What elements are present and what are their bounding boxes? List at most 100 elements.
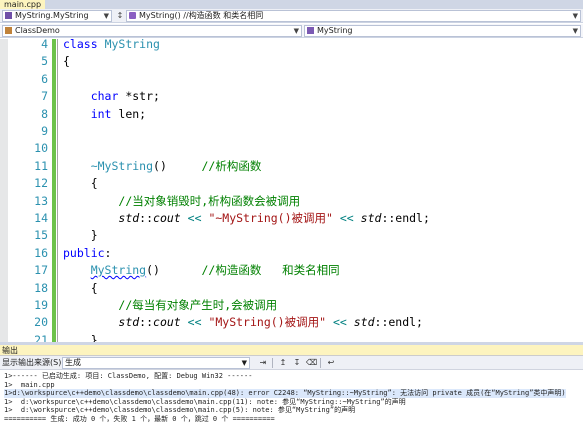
code-text: int len; [63, 106, 146, 123]
code-token: << [180, 211, 209, 225]
code-token: :: [139, 211, 154, 225]
clear-all-icon[interactable]: ⌫ [306, 358, 317, 368]
code-token: : [104, 245, 112, 260]
class-navigation-bar: ClassDemo ▼ MyString ▼ [0, 24, 583, 38]
outline-guide [57, 70, 58, 89]
code-line[interactable]: 17 MyString() //构造函数 和类名相同 [0, 262, 583, 280]
code-text: std::cout << "MyString()被调用" << std::end… [63, 314, 423, 331]
code-token: //析构函数 [201, 158, 262, 173]
output-line[interactable]: 1>d:\workspurce\c++demo\classdemo\classd… [4, 389, 566, 398]
code-line[interactable]: 7 char *str; [0, 88, 583, 106]
code-token: std [360, 211, 382, 225]
code-token: :: [139, 315, 154, 330]
code-token: { [63, 280, 98, 295]
code-line[interactable]: 16 public: [0, 244, 583, 263]
code-token: << [326, 315, 354, 330]
code-text: //每当有对象产生时,会被调用 [63, 297, 277, 314]
line-number: 7 [41, 89, 48, 104]
output-panel-title: 输出 [0, 345, 583, 356]
outline-guide [57, 297, 58, 315]
document-tab-main-cpp[interactable]: main.cpp [0, 0, 46, 9]
code-text: std::cout << "~MyString()被调用" << std::en… [63, 210, 430, 227]
chevron-down-icon: ▼ [572, 27, 578, 35]
type-scope-label: MyString.MyString [15, 11, 89, 20]
code-line[interactable]: 8 int len; [0, 105, 583, 123]
output-line[interactable]: 1> d:\workspurce\c++demo\classdemo\class… [4, 406, 355, 415]
outline-guide [57, 262, 58, 280]
outline-guide [57, 123, 58, 141]
code-token: "~MyString()被调用" [208, 211, 333, 225]
outline-guide [57, 314, 58, 332]
code-line[interactable]: 11 ~MyString() //析构函数 [0, 157, 583, 176]
output-text-area[interactable]: 1>------ 已启动生成: 项目: ClassDemo, 配置: Debug… [0, 370, 583, 435]
outline-guide [57, 175, 58, 193]
code-editor[interactable]: 4 class MyString 5{6 7 char *str; 8 int len;… [0, 39, 583, 342]
code-text: class MyString [63, 39, 160, 53]
line-number: 5 [41, 54, 48, 69]
code-line[interactable]: 12 { [0, 175, 583, 193]
line-number: 15 [34, 228, 48, 243]
code-text: public: [63, 245, 111, 262]
go-to-error-icon[interactable]: ⇥ [258, 358, 268, 368]
member-dropdown[interactable]: MyString() //构造函数 和类名相同 ▼ [126, 10, 581, 22]
code-line[interactable]: 6 [0, 70, 583, 89]
code-line[interactable]: 13 //当对象销毁时,析构函数会被调用 [0, 192, 583, 210]
code-line[interactable]: 14 std::cout << "~MyString()被调用" << std:… [0, 210, 583, 228]
code-token: << [180, 315, 209, 330]
code-token: //构造函数 和类名相同 [201, 263, 340, 278]
outline-guide [57, 210, 58, 228]
member-label: MyString() //构造函数 和类名相同 [139, 11, 264, 20]
code-line[interactable]: 5{ [0, 53, 583, 71]
outline-guide [57, 105, 58, 123]
code-token: () [146, 263, 202, 278]
line-number: 17 [34, 263, 48, 278]
code-text: ~MyString() //析构函数 [63, 158, 262, 175]
project-scope-dropdown[interactable]: ClassDemo ▼ [2, 25, 302, 37]
code-line[interactable]: 19 //每当有对象产生时,会被调用 [0, 297, 583, 315]
class-member-dropdown[interactable]: MyString ▼ [304, 25, 581, 37]
code-token: cout [153, 315, 181, 330]
output-line[interactable]: ========== 生成: 成功 0 个，失败 1 个，最新 0 个，跳过 0… [4, 415, 275, 424]
word-wrap-icon[interactable]: ↩ [326, 358, 336, 368]
previous-message-icon[interactable]: ↥ [278, 358, 288, 368]
code-line[interactable]: 4 class MyString [0, 39, 583, 54]
code-token: *str; [118, 89, 160, 104]
output-source-dropdown[interactable]: 生成 ▼ [62, 357, 250, 369]
code-token: std [118, 315, 140, 330]
splitter-arrows-icon[interactable]: ↕ [116, 10, 124, 22]
line-number: 16 [34, 245, 48, 260]
output-line[interactable]: 1> main.cpp [4, 381, 55, 390]
type-scope-dropdown[interactable]: MyString.MyString ▼ [2, 10, 112, 22]
toolbar-divider [272, 358, 273, 368]
code-token: } [63, 228, 98, 243]
line-number: 18 [34, 280, 48, 295]
code-token: //每当有对象产生时,会被调用 [118, 298, 278, 312]
output-line[interactable]: 1>------ 已启动生成: 项目: ClassDemo, 配置: Debug… [4, 372, 252, 381]
code-line[interactable]: 18 { [0, 279, 583, 297]
code-line[interactable]: 15 } [0, 227, 583, 245]
code-text: } [63, 227, 98, 244]
line-number: 13 [34, 193, 48, 208]
next-message-icon[interactable]: ↧ [292, 358, 302, 368]
code-line[interactable]: 21 } [0, 331, 583, 342]
class-member-icon [307, 27, 314, 34]
code-line[interactable]: 20 std::cout << "MyString()被调用" << std::… [0, 314, 583, 332]
class-member-icon [5, 12, 12, 19]
output-source-value: 生成 [65, 358, 81, 367]
class-member-label: MyString [317, 26, 353, 35]
outline-guide [57, 192, 58, 210]
output-line[interactable]: 1> d:\workspurce\c++demo\classdemo\class… [4, 398, 406, 407]
code-line[interactable]: 10 [0, 140, 583, 158]
code-line[interactable]: 9 [0, 123, 583, 141]
code-token: std [353, 315, 375, 330]
code-token: () [153, 158, 202, 173]
outline-guide [57, 227, 58, 245]
outline-guide [57, 279, 58, 297]
outline-guide [57, 39, 58, 54]
navigation-bar: MyString.MyString ▼ ↕ MyString() //构造函数 … [0, 9, 583, 23]
